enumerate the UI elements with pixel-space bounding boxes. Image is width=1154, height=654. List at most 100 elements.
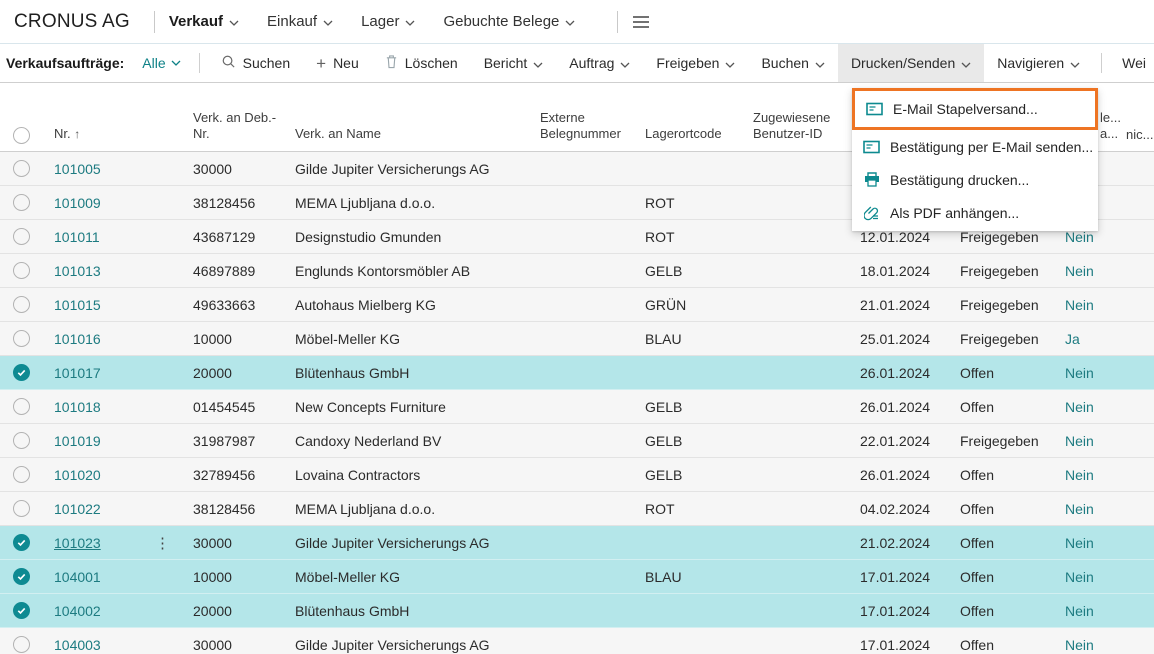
table-row[interactable]: 101013 ⋮ 46897889 Englunds Kontorsmöbler… xyxy=(0,254,1154,288)
table-row[interactable]: 101016 ⋮ 10000 Möbel-Meller KG BLAU 25.0… xyxy=(0,322,1154,356)
flag-value[interactable]: Nein xyxy=(1065,467,1094,483)
column-header-lagerortcode[interactable]: Lagerortcode xyxy=(645,126,753,151)
flag-value[interactable]: Nein xyxy=(1065,297,1094,313)
column-header-name[interactable]: Verk. an Name xyxy=(295,126,540,151)
nav-item-verkauf[interactable]: Verkauf xyxy=(169,13,239,30)
menu-bericht[interactable]: Bericht xyxy=(471,44,557,82)
menu-item-bestaetigung-drucken[interactable]: Bestätigung drucken... xyxy=(852,163,1098,196)
table-row[interactable]: 101020 ⋮ 32789456 Lovaina Contractors GE… xyxy=(0,458,1154,492)
flag-value[interactable]: Nein xyxy=(1065,365,1094,381)
table-row[interactable]: 101015 ⋮ 49633663 Autohaus Mielberg KG G… xyxy=(0,288,1154,322)
flag-value[interactable]: Nein xyxy=(1065,263,1094,279)
order-number-link[interactable]: 101009 xyxy=(54,195,101,211)
column-header-externe-belegnummer[interactable]: Externe Belegnummer xyxy=(540,110,645,152)
order-number-link[interactable]: 101020 xyxy=(54,467,101,483)
view-filter-dropdown[interactable]: Alle xyxy=(132,44,190,82)
table-row[interactable]: 101018 ⋮ 01454545 New Concepts Furniture… xyxy=(0,390,1154,424)
table-row[interactable]: 104001 ⋮ 10000 Möbel-Meller KG BLAU 17.0… xyxy=(0,560,1154,594)
customer-number[interactable]: 49633663 xyxy=(193,297,255,313)
order-number-link[interactable]: 101019 xyxy=(54,433,101,449)
row-checkbox[interactable] xyxy=(13,636,30,653)
menu-item-als-pdf-anhaengen[interactable]: Als PDF anhängen... xyxy=(852,196,1098,229)
menu-item-bestaetigung-email[interactable]: Bestätigung per E-Mail senden... xyxy=(852,130,1098,163)
location-code[interactable]: ROT xyxy=(645,229,675,245)
hamburger-menu-icon[interactable] xyxy=(632,15,650,29)
customer-number[interactable]: 31987987 xyxy=(193,433,255,449)
select-all-checkbox[interactable] xyxy=(13,127,30,144)
row-checkbox[interactable] xyxy=(13,500,30,517)
order-number-link[interactable]: 101011 xyxy=(54,229,100,245)
customer-number[interactable]: 30000 xyxy=(193,535,232,551)
customer-number[interactable]: 30000 xyxy=(193,161,232,177)
location-code[interactable]: GELB xyxy=(645,399,682,415)
table-row[interactable]: 104002 ⋮ 20000 Blütenhaus GmbH 17.01.202… xyxy=(0,594,1154,628)
flag-value[interactable]: Nein xyxy=(1065,603,1094,619)
order-number-link[interactable]: 104001 xyxy=(54,569,101,585)
order-number-link[interactable]: 101005 xyxy=(54,161,101,177)
order-number-link[interactable]: 101022 xyxy=(54,501,101,517)
customer-number[interactable]: 38128456 xyxy=(193,501,255,517)
menu-freigeben[interactable]: Freigeben xyxy=(643,44,748,82)
customer-number[interactable]: 10000 xyxy=(193,569,232,585)
row-checkbox[interactable] xyxy=(13,160,30,177)
order-number-link[interactable]: 101015 xyxy=(54,297,101,313)
row-checkbox[interactable] xyxy=(13,398,30,415)
nav-item-gebuchte-belege[interactable]: Gebuchte Belege xyxy=(443,13,575,30)
location-code[interactable]: GELB xyxy=(645,433,682,449)
location-code[interactable]: ROT xyxy=(645,501,675,517)
table-row[interactable]: 101019 ⋮ 31987987 Candoxy Nederland BV G… xyxy=(0,424,1154,458)
flag-value[interactable]: Nein xyxy=(1065,399,1094,415)
customer-number[interactable]: 38128456 xyxy=(193,195,255,211)
customer-number[interactable]: 01454545 xyxy=(193,399,255,415)
row-checkbox[interactable] xyxy=(13,330,30,347)
column-header-truncated-1[interactable]: le... a... xyxy=(1100,110,1121,143)
location-code[interactable]: ROT xyxy=(645,195,675,211)
row-checkbox[interactable] xyxy=(13,364,30,381)
order-number-link[interactable]: 101023 xyxy=(54,535,101,551)
order-number-link[interactable]: 101013 xyxy=(54,263,101,279)
customer-number[interactable]: 20000 xyxy=(193,365,232,381)
row-checkbox[interactable] xyxy=(13,568,30,585)
order-number-link[interactable]: 104003 xyxy=(54,637,101,653)
menu-auftrag[interactable]: Auftrag xyxy=(556,44,643,82)
delete-button[interactable]: Löschen xyxy=(372,44,471,82)
nav-item-lager[interactable]: Lager xyxy=(361,13,415,30)
search-button[interactable]: Suchen xyxy=(208,44,303,82)
column-header-nr[interactable]: Nr. ↑ xyxy=(40,126,155,151)
location-code[interactable]: GRÜN xyxy=(645,297,686,313)
customer-number[interactable]: 43687129 xyxy=(193,229,255,245)
order-number-link[interactable]: 101018 xyxy=(54,399,101,415)
flag-value[interactable]: Ja xyxy=(1065,331,1080,347)
row-context-menu-icon[interactable]: ⋮ xyxy=(155,535,170,552)
table-row[interactable]: 101017 ⋮ 20000 Blütenhaus GmbH 26.01.202… xyxy=(0,356,1154,390)
customer-number[interactable]: 20000 xyxy=(193,603,232,619)
menu-buchen[interactable]: Buchen xyxy=(748,44,837,82)
row-checkbox[interactable] xyxy=(13,296,30,313)
row-checkbox[interactable] xyxy=(13,534,30,551)
flag-value[interactable]: Nein xyxy=(1065,501,1094,517)
menu-drucken-senden[interactable]: Drucken/Senden xyxy=(838,44,984,82)
location-code[interactable]: BLAU xyxy=(645,331,682,347)
order-number-link[interactable]: 101016 xyxy=(54,331,101,347)
new-button[interactable]: + Neu xyxy=(303,44,372,82)
row-checkbox[interactable] xyxy=(13,194,30,211)
flag-value[interactable]: Nein xyxy=(1065,535,1094,551)
flag-value[interactable]: Nein xyxy=(1065,637,1094,653)
row-checkbox[interactable] xyxy=(13,466,30,483)
location-code[interactable]: GELB xyxy=(645,263,682,279)
table-row[interactable]: 101022 ⋮ 38128456 MEMA Ljubljana d.o.o. … xyxy=(0,492,1154,526)
row-checkbox[interactable] xyxy=(13,228,30,245)
menu-item-email-stapelversand[interactable]: E-Mail Stapelversand... xyxy=(852,88,1098,130)
column-header-debnr[interactable]: Verk. an Deb.-Nr. xyxy=(193,110,295,152)
table-row[interactable]: 104003 ⋮ 30000 Gilde Jupiter Versicherun… xyxy=(0,628,1154,654)
flag-value[interactable]: Nein xyxy=(1065,569,1094,585)
customer-number[interactable]: 10000 xyxy=(193,331,232,347)
row-checkbox[interactable] xyxy=(13,602,30,619)
row-checkbox[interactable] xyxy=(13,432,30,449)
column-header-zugewiesene-benutzer-id[interactable]: Zugewiesene Benutzer-ID xyxy=(753,110,860,152)
location-code[interactable]: GELB xyxy=(645,467,682,483)
menu-navigieren[interactable]: Navigieren xyxy=(984,44,1093,82)
nav-item-einkauf[interactable]: Einkauf xyxy=(267,13,333,30)
location-code[interactable]: BLAU xyxy=(645,569,682,585)
customer-number[interactable]: 30000 xyxy=(193,637,232,653)
